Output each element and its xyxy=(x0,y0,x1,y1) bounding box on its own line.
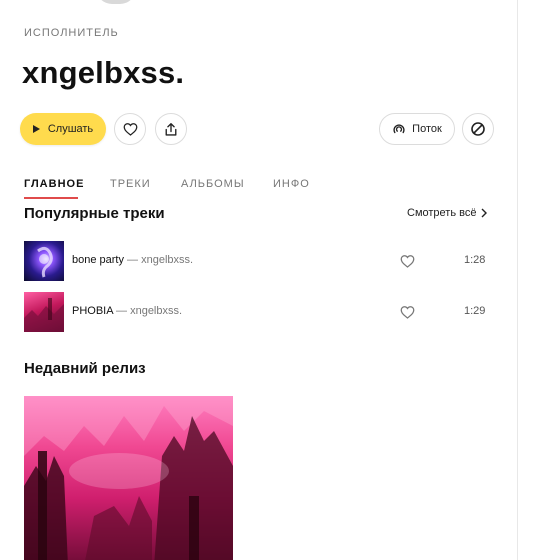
track-cover[interactable] xyxy=(24,241,64,281)
track-info[interactable]: PHOBIA — xngelbxss. xyxy=(72,305,182,317)
artist-page: ИСПОЛНИТЕЛЬ xngelbxss. Слушать Поток ГЛА… xyxy=(0,0,560,560)
flow-button-label: Поток xyxy=(412,123,442,135)
heart-icon xyxy=(123,123,137,136)
tab-albums[interactable]: АЛЬБОМЫ xyxy=(181,178,245,190)
track-cover[interactable] xyxy=(24,292,64,332)
track-title[interactable]: PHOBIA xyxy=(72,305,113,317)
track-artist[interactable]: — xngelbxss. xyxy=(124,254,193,266)
tab-info[interactable]: ИНФО xyxy=(273,178,310,190)
chevron-right-icon xyxy=(481,208,488,218)
share-icon xyxy=(165,122,177,136)
track-title[interactable]: bone party xyxy=(72,254,124,266)
track-duration: 1:29 xyxy=(464,305,486,317)
divider xyxy=(517,0,518,560)
recent-release-cover[interactable] xyxy=(24,396,233,560)
track-duration: 1:28 xyxy=(464,254,486,266)
artist-name: xngelbxss. xyxy=(22,55,185,90)
see-all-label: Смотреть всё xyxy=(407,207,477,219)
active-tab-indicator xyxy=(24,197,78,199)
avatar xyxy=(96,0,136,4)
tab-tracks[interactable]: ТРЕКИ xyxy=(110,178,151,190)
like-artist-button[interactable] xyxy=(114,113,146,145)
artist-type-label: ИСПОЛНИТЕЛЬ xyxy=(24,27,119,39)
block-artist-button[interactable] xyxy=(462,113,494,145)
track-artist[interactable]: — xngelbxss. xyxy=(113,305,182,317)
see-all-link[interactable]: Смотреть всё xyxy=(407,207,488,219)
tab-main[interactable]: ГЛАВНОЕ xyxy=(24,178,84,190)
block-icon xyxy=(471,122,485,136)
recent-release-title: Недавний релиз xyxy=(24,360,146,377)
listen-button[interactable]: Слушать xyxy=(20,113,106,145)
track-row[interactable]: bone party — xngelbxss. 1:28 xyxy=(24,241,492,281)
flow-icon xyxy=(393,124,405,134)
play-icon xyxy=(32,125,40,133)
flow-button[interactable]: Поток xyxy=(379,113,455,145)
release-cover-art xyxy=(24,396,233,560)
share-button[interactable] xyxy=(155,113,187,145)
listen-button-label: Слушать xyxy=(47,123,94,135)
heart-icon[interactable] xyxy=(400,305,415,319)
track-row[interactable]: PHOBIA — xngelbxss. 1:29 xyxy=(24,292,492,332)
track-cover-art xyxy=(24,298,64,332)
heart-icon[interactable] xyxy=(400,254,415,268)
track-cover-art xyxy=(37,246,53,278)
track-info[interactable]: bone party — xngelbxss. xyxy=(72,254,193,266)
popular-tracks-title: Популярные треки xyxy=(24,205,165,222)
